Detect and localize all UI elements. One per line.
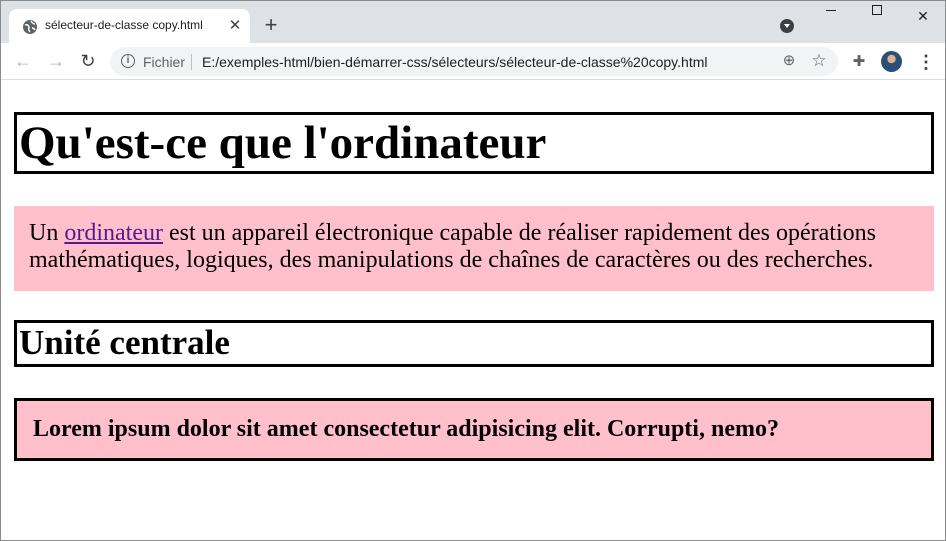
back-arrow-icon[interactable]: ←	[12, 50, 34, 72]
section-heading: Unité centrale	[14, 320, 934, 367]
intro-prefix: Un	[29, 220, 65, 246]
browser-menu-icon[interactable]: ⋮	[917, 52, 935, 72]
new-tab-button[interactable]: +	[261, 14, 281, 36]
address-separator	[191, 54, 192, 70]
maximize-icon	[872, 5, 882, 16]
reload-icon[interactable]: ↻	[77, 50, 99, 72]
url-text[interactable]: E:/exemples-html/bien-démarrer-css/sélec…	[202, 54, 707, 70]
tab-strip: sélecteur-de-classe copy.html ✕ + ✕	[1, 1, 945, 43]
maximize-button[interactable]	[854, 1, 900, 31]
page-heading: Qu'est-ce que l'ordinateur	[14, 112, 934, 174]
close-window-button[interactable]: ✕	[900, 1, 945, 31]
tab-search-icon[interactable]	[780, 19, 794, 33]
minimize-icon	[826, 9, 836, 11]
page-content: Qu'est-ce que l'ordinateur Un ordinateur…	[1, 81, 945, 540]
profile-avatar[interactable]	[881, 51, 902, 72]
extensions-puzzle-icon[interactable]: ✚	[850, 53, 868, 71]
tab-title: sélecteur-de-classe copy.html	[45, 18, 203, 32]
zoom-icon[interactable]: ⊕	[781, 53, 797, 69]
address-bar[interactable]: i Fichier E:/exemples-html/bien-démarrer…	[110, 47, 838, 76]
tab-close-icon[interactable]: ✕	[226, 17, 244, 35]
globe-icon	[23, 20, 37, 34]
bookmark-star-icon[interactable]: ☆	[810, 52, 828, 70]
intro-paragraph: Un ordinateur est un appareil électroniq…	[14, 206, 934, 291]
scheme-label: Fichier	[143, 54, 186, 70]
lorem-block: Lorem ipsum dolor sit amet consectetur a…	[14, 398, 934, 461]
forward-arrow-icon[interactable]: →	[45, 50, 67, 72]
active-tab[interactable]: sélecteur-de-classe copy.html ✕	[9, 9, 250, 43]
minimize-button[interactable]	[808, 1, 854, 31]
browser-toolbar: ← → ↻ i Fichier E:/exemples-html/bien-dé…	[1, 43, 945, 80]
ordinateur-link[interactable]: ordinateur	[64, 220, 163, 246]
site-info-icon[interactable]: i	[121, 54, 135, 68]
browser-window: sélecteur-de-classe copy.html ✕ + ✕ ← → …	[0, 0, 946, 541]
